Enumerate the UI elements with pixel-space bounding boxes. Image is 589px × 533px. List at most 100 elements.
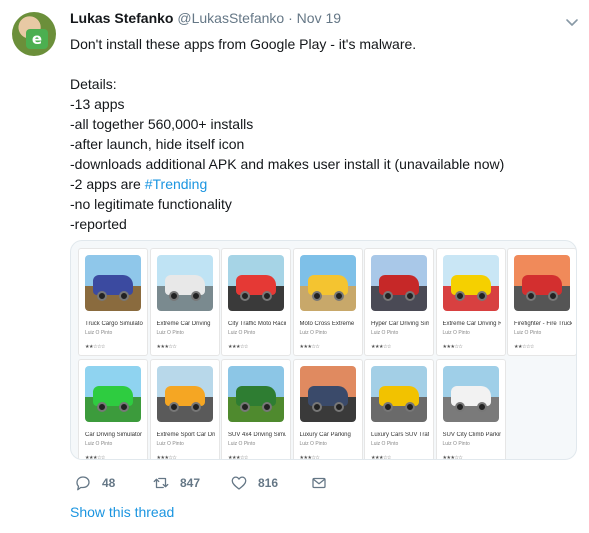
app-tile: Extreme Sport Car Driving Luiz O Pinto ★★★… [150, 360, 219, 460]
tweet-header: Lukas Stefanko @LukasStefanko · Nov 19 [70, 10, 341, 26]
app-title: Extreme Car Driving Racing [442, 321, 501, 327]
app-title: SUV City Climb Parking [442, 432, 501, 438]
tweet-line: Details: [70, 76, 117, 92]
app-rating-stars: ★★☆☆☆ [514, 344, 534, 350]
app-icon [299, 366, 356, 422]
app-tile: Extreme Car Driving Racing Luiz O Pinto ★★… [436, 249, 505, 355]
app-rating-stars: ★★☆☆☆ [85, 344, 105, 350]
app-rating-stars: ★★★☆☆ [299, 344, 320, 350]
app-developer: Luiz O Pinto [371, 441, 399, 447]
app-icon [442, 255, 499, 311]
app-rating-stars: ★★★☆☆ [228, 344, 248, 350]
app-developer: Luiz O Pinto [299, 330, 327, 336]
app-title: SUV 4x4 Driving Simulator [228, 432, 286, 438]
reply-button[interactable]: 48 [74, 472, 115, 494]
app-title: Firefighter - Fire Truck [514, 321, 572, 327]
app-rating-stars: ★★★☆☆ [371, 455, 391, 460]
tweet-line: -after launch, hide itself icon [70, 136, 245, 152]
tweet-line: -reported [70, 216, 127, 232]
app-developer: Luiz O Pinto [442, 441, 470, 447]
app-tile: Moto Cross Extreme Luiz O Pinto ★★★☆☆ [293, 249, 362, 355]
app-developer: Luiz O Pinto [85, 330, 113, 336]
avatar-letter: e [26, 29, 48, 49]
tweet-line: -13 apps [70, 96, 125, 112]
reply-icon [76, 476, 90, 491]
separator-dot: · [288, 10, 293, 26]
show-thread-link[interactable]: Show this thread [70, 504, 174, 520]
app-developer: Luiz O Pinto [85, 441, 113, 447]
app-tile: Truck Cargo Simulator Luiz O Pinto ★★☆☆☆ [79, 249, 147, 355]
retweet-count: 847 [180, 476, 201, 490]
envelope-icon [312, 477, 326, 489]
app-icon [156, 366, 213, 422]
app-screenshot-image[interactable]: Truck Cargo Simulator Luiz O Pinto ★★☆☆☆ Ex… [70, 240, 577, 460]
app-icon [371, 366, 427, 422]
tweet-text: Don't install these apps from Google Pla… [70, 34, 575, 234]
app-developer: Luiz O Pinto [156, 441, 184, 447]
tweet-line-prefix: -2 apps are [70, 176, 145, 192]
hashtag-link[interactable]: #Trending [145, 176, 208, 192]
app-rating-stars: ★★★☆☆ [156, 455, 177, 460]
app-icon [85, 255, 141, 311]
like-button[interactable]: 816 [230, 472, 278, 494]
app-rating-stars: ★★★☆☆ [371, 344, 391, 350]
app-tile: Hyper Car Driving Simulator Luiz O Pinto ★… [365, 249, 433, 355]
app-developer: Luiz O Pinto [156, 330, 184, 336]
app-icon [299, 255, 356, 311]
chevron-down-icon[interactable] [564, 14, 580, 30]
author-handle[interactable]: @LukasStefanko [177, 10, 284, 26]
app-tile: SUV City Climb Parking Luiz O Pinto ★★★☆☆ [436, 360, 505, 460]
app-developer: Luiz O Pinto [514, 330, 542, 336]
app-tile: Extreme Car Driving Luiz O Pinto ★★★☆☆ [150, 249, 219, 355]
tweet-line: -all together 560,000+ installs [70, 116, 254, 132]
tweet-actions: 48 847 816 [70, 472, 370, 494]
app-title: Extreme Sport Car Driving [156, 432, 215, 438]
direct-message-button[interactable] [310, 472, 338, 494]
app-rating-stars: ★★★☆☆ [442, 344, 463, 350]
heart-icon [231, 476, 247, 490]
app-icon [228, 255, 284, 311]
app-developer: Luiz O Pinto [299, 441, 327, 447]
app-title: Luxury Cars SUV Traffic [371, 432, 429, 438]
app-title: Luxury Car Parking [299, 432, 351, 438]
app-icon [371, 255, 427, 311]
app-rating-stars: ★★★☆☆ [299, 455, 320, 460]
app-title: City Traffic Moto Racing [228, 321, 286, 327]
app-tile: Luxury Car Parking Luiz O Pinto ★★★☆☆ [293, 360, 362, 460]
app-rating-stars: ★★★☆☆ [156, 344, 177, 350]
app-tile: SUV 4x4 Driving Simulator Luiz O Pinto ★★★… [222, 360, 290, 460]
app-developer: Luiz O Pinto [371, 330, 399, 336]
app-icon [156, 255, 213, 311]
app-title: Car Driving Simulator [85, 432, 143, 438]
app-rating-stars: ★★★☆☆ [85, 455, 105, 460]
tweet-line: -downloads additional APK and makes user… [70, 156, 505, 172]
retweet-icon [153, 477, 169, 489]
app-developer: Luiz O Pinto [228, 441, 256, 447]
app-icon [85, 366, 141, 422]
tweet-date[interactable]: Nov 19 [297, 10, 341, 26]
app-tile: Firefighter - Fire Truck Luiz O Pinto ★★☆☆… [508, 249, 576, 355]
app-rating-stars: ★★★☆☆ [228, 455, 248, 460]
app-developer: Luiz O Pinto [442, 330, 470, 336]
like-count: 816 [258, 476, 279, 490]
tweet-line: Don't install these apps from Google Pla… [70, 36, 417, 52]
app-icon [514, 255, 570, 311]
app-icon [442, 366, 499, 422]
app-title: Truck Cargo Simulator [85, 321, 143, 327]
app-title: Hyper Car Driving Simulator [371, 321, 429, 327]
tweet-line [70, 54, 575, 74]
app-title: Extreme Car Driving [156, 321, 211, 327]
tweet-line-with-hashtag: -2 apps are #Trending [70, 174, 575, 194]
app-rating-stars: ★★★☆☆ [442, 455, 463, 460]
avatar[interactable]: e [12, 12, 56, 56]
app-developer: Luiz O Pinto [228, 330, 256, 336]
author-name[interactable]: Lukas Stefanko [70, 10, 173, 26]
tweet-line: -no legitimate functionality [70, 196, 232, 212]
retweet-button[interactable]: 847 [152, 472, 200, 494]
reply-count: 48 [102, 476, 116, 490]
app-tile: City Traffic Moto Racing Luiz O Pinto ★★★☆… [222, 249, 290, 355]
app-icon [228, 366, 284, 422]
app-tile: Car Driving Simulator Luiz O Pinto ★★★☆☆ [79, 360, 147, 460]
app-tile: Luxury Cars SUV Traffic Luiz O Pinto ★★★☆☆ [365, 360, 433, 460]
app-title: Moto Cross Extreme [299, 321, 355, 327]
